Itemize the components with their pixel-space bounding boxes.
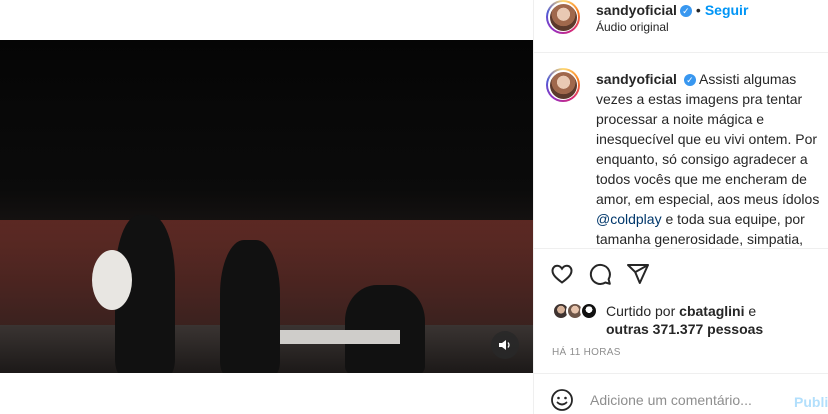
- video-performer: [220, 240, 280, 373]
- comment-input[interactable]: [590, 392, 780, 408]
- comment-bar: Publi: [534, 383, 828, 414]
- likes-prefix: Curtido por: [606, 303, 676, 319]
- video-keyboard: [280, 330, 400, 344]
- share-icon[interactable]: [626, 262, 650, 286]
- publish-button[interactable]: Publi: [794, 394, 828, 410]
- verified-badge-icon: ✓: [679, 5, 692, 17]
- header-divider: [534, 52, 828, 53]
- author-username[interactable]: sandyoficial: [596, 2, 677, 18]
- caption-mention-link[interactable]: @coldplay: [596, 211, 662, 227]
- likes-text: Curtido por cbataglini e outras 371.377 …: [606, 302, 763, 338]
- smiley-icon[interactable]: [550, 388, 574, 412]
- author-avatar[interactable]: [546, 0, 580, 34]
- post-caption: sandyoficial ✓ Assisti algumas vezes a es…: [596, 69, 824, 247]
- caption-author-avatar[interactable]: [546, 68, 580, 102]
- comment-icon[interactable]: [588, 262, 612, 286]
- action-bar: [550, 262, 650, 286]
- liker-username[interactable]: cbataglini: [679, 303, 744, 319]
- post-header: sandyoficial ✓ • Seguir: [596, 2, 748, 18]
- likes-suffix: e: [748, 303, 757, 319]
- caption-username[interactable]: sandyoficial: [596, 71, 677, 87]
- liker-avatars[interactable]: [552, 302, 604, 322]
- likes-summary: Curtido por cbataglini e outras 371.377 …: [552, 302, 763, 338]
- speaker-icon: [499, 340, 510, 350]
- caption-text: Assisti algumas vezes a estas imagens pr…: [596, 71, 820, 207]
- verified-badge-icon: ✓: [683, 74, 696, 86]
- avatar-photo: [549, 3, 577, 31]
- video-performer: [345, 285, 425, 373]
- heart-icon[interactable]: [550, 262, 574, 286]
- media-pane: [0, 0, 533, 414]
- caption-divider: [534, 248, 828, 249]
- post-video[interactable]: [0, 40, 533, 373]
- separator-dot: •: [695, 2, 701, 18]
- likes-count-link[interactable]: outras 371.377 pessoas: [606, 321, 763, 337]
- comment-divider: [534, 373, 828, 374]
- follow-button[interactable]: Seguir: [705, 2, 749, 18]
- avatar: [580, 302, 598, 320]
- audio-label[interactable]: Áudio original: [596, 20, 669, 34]
- post-timestamp[interactable]: HÁ 11 HORAS: [552, 347, 621, 358]
- sound-toggle-button[interactable]: [491, 331, 519, 359]
- video-guitar: [92, 250, 132, 310]
- avatar-photo: [549, 71, 577, 99]
- post-sidebar: sandyoficial ✓ • Seguir Áudio original sand…: [533, 0, 828, 414]
